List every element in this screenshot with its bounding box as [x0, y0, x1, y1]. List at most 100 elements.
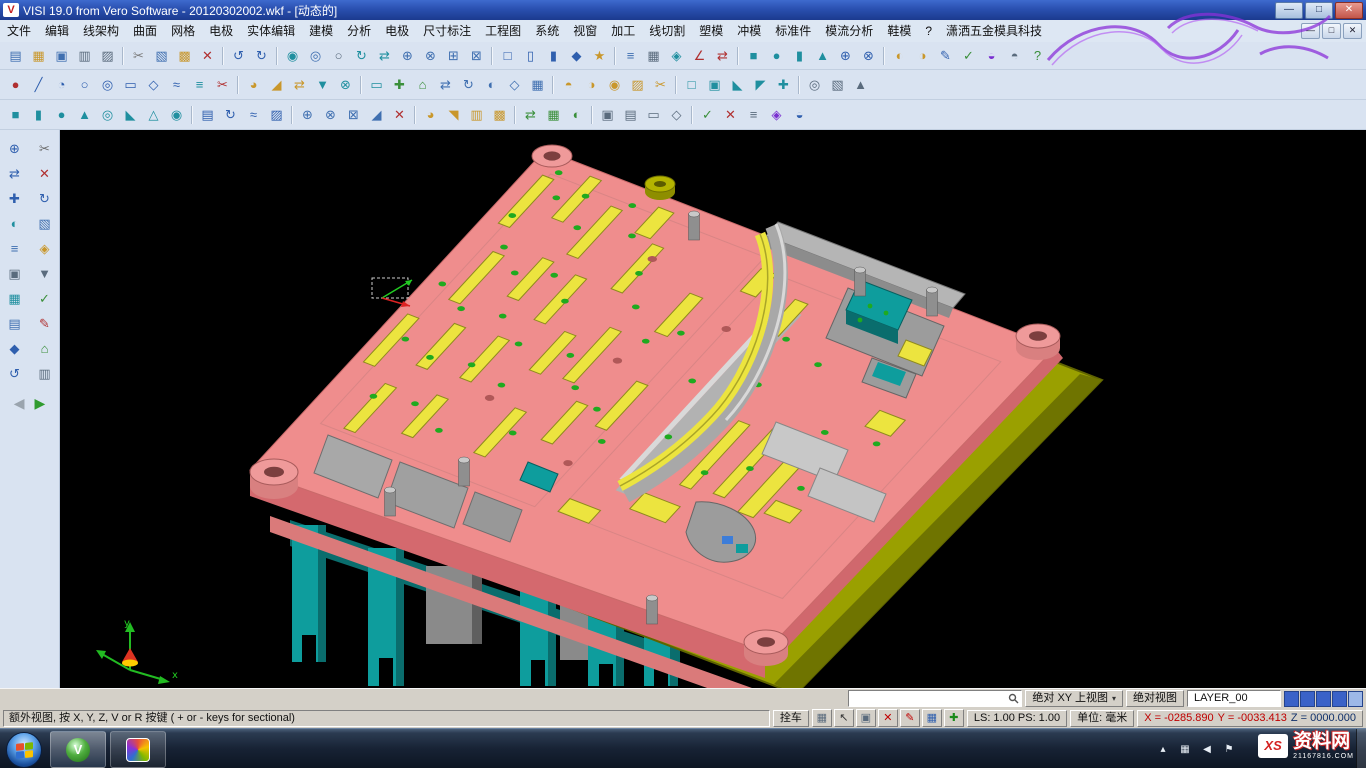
menu-item[interactable]: 曲面: [126, 21, 164, 42]
cut-icon[interactable]: ✂: [127, 45, 150, 67]
rectangle-icon[interactable]: ▭: [119, 74, 142, 96]
mask-icon[interactable]: ▣: [3, 263, 27, 285]
edit-mode-icon[interactable]: ✎: [900, 709, 920, 727]
zoom-window-icon[interactable]: ⊞: [442, 45, 465, 67]
attrs-icon[interactable]: ▤: [3, 313, 27, 335]
notes-icon[interactable]: ✎: [33, 313, 57, 335]
menu-item[interactable]: 工程图: [478, 21, 528, 42]
menu-item[interactable]: 建模: [302, 21, 340, 42]
material-icon[interactable]: ◈: [765, 104, 788, 126]
menu-item[interactable]: 加工: [604, 21, 642, 42]
menu-item[interactable]: 模流分析: [818, 21, 880, 42]
arc-icon[interactable]: ◔: [50, 74, 73, 96]
menu-item[interactable]: 潇洒五金模具科技: [939, 21, 1049, 42]
plot-preview-icon[interactable]: ▨: [96, 45, 119, 67]
close-button[interactable]: ✕: [1335, 2, 1363, 19]
iso-view-icon[interactable]: ◆: [565, 45, 588, 67]
front-view-icon[interactable]: ▯: [519, 45, 542, 67]
menu-item[interactable]: ?: [918, 21, 939, 42]
zoom-out-icon[interactable]: ⊗: [419, 45, 442, 67]
revolve-solid-icon[interactable]: ↻: [219, 104, 242, 126]
hidden-line-icon[interactable]: ○: [327, 45, 350, 67]
bool-union-icon[interactable]: ⊕: [296, 104, 319, 126]
extend-icon[interactable]: ⇄: [288, 74, 311, 96]
wcs-icon[interactable]: ⌂: [33, 338, 57, 360]
circle-icon[interactable]: ○: [73, 74, 96, 96]
wireframe-view-icon[interactable]: ◎: [304, 45, 327, 67]
snap-mode-label[interactable]: 拴车: [773, 710, 809, 727]
menu-item[interactable]: 塑模: [692, 21, 730, 42]
info-icon[interactable]: ✓: [33, 288, 57, 310]
pocket-icon[interactable]: ▧: [826, 74, 849, 96]
axis-icon[interactable]: ✚: [388, 74, 411, 96]
start-button[interactable]: [6, 732, 42, 768]
pattern-icon[interactable]: ▦: [542, 104, 565, 126]
face-draft-icon[interactable]: ◥: [442, 104, 465, 126]
command-search[interactable]: [848, 690, 1022, 707]
group-icon[interactable]: ▦: [3, 288, 27, 310]
properties-icon[interactable]: ≡: [742, 104, 765, 126]
ellipse-icon[interactable]: ◎: [96, 74, 119, 96]
title-bar[interactable]: V VISI 19.0 from Vero Software - 2012030…: [0, 0, 1366, 20]
parting-icon[interactable]: ▭: [642, 104, 665, 126]
add-mode-icon[interactable]: ✚: [944, 709, 964, 727]
grid-toggle-icon[interactable]: ▦: [922, 709, 942, 727]
blend-icon[interactable]: ◕: [419, 104, 442, 126]
absolute-view-button[interactable]: 绝对视图: [1126, 690, 1184, 707]
slice-icon[interactable]: ◢: [365, 104, 388, 126]
action-center-icon[interactable]: ⚑: [1222, 744, 1236, 755]
rotate-icon[interactable]: ↻: [33, 188, 57, 210]
history-forward-icon[interactable]: ▶: [35, 395, 46, 412]
layer-color-bar[interactable]: [1284, 691, 1363, 707]
prim-box-icon[interactable]: ■: [4, 104, 27, 126]
menu-item[interactable]: 鞋模: [880, 21, 918, 42]
stitch-icon[interactable]: ✚: [772, 74, 795, 96]
layers-icon[interactable]: ≡: [619, 45, 642, 67]
save-icon[interactable]: ▣: [50, 45, 73, 67]
mdi-minimize-button[interactable]: —: [1301, 23, 1320, 39]
3d-viewport[interactable]: x y: [60, 130, 1366, 688]
solid-box-icon[interactable]: ■: [742, 45, 765, 67]
offset-icon[interactable]: ≡: [188, 74, 211, 96]
select-cursor-icon[interactable]: ↖: [834, 709, 854, 727]
array-icon[interactable]: ▦: [526, 74, 549, 96]
prim-pyramid-icon[interactable]: △: [142, 104, 165, 126]
line-icon[interactable]: ╱: [27, 74, 50, 96]
search-input[interactable]: [851, 692, 1008, 706]
shrink-icon[interactable]: ◇: [665, 104, 688, 126]
curve-tools-icon[interactable]: ◑: [911, 45, 934, 67]
history-back-icon[interactable]: ◀: [14, 395, 25, 412]
hole-icon[interactable]: ◎: [803, 74, 826, 96]
delete-icon[interactable]: ✕: [196, 45, 219, 67]
menu-item[interactable]: 实体编辑: [240, 21, 302, 42]
menu-item[interactable]: 线切割: [642, 21, 692, 42]
snap-toggle-icon[interactable]: ▦: [812, 709, 832, 727]
print-icon[interactable]: ▥: [33, 363, 57, 385]
menu-item[interactable]: 视窗: [566, 21, 604, 42]
prim-wedge-icon[interactable]: ◣: [119, 104, 142, 126]
dimension-icon[interactable]: ⇄: [711, 45, 734, 67]
named-view-icon[interactable]: ★: [588, 45, 611, 67]
menu-item[interactable]: 系统: [528, 21, 566, 42]
mask-toggle-icon[interactable]: ▣: [856, 709, 876, 727]
boss-icon[interactable]: ▲: [849, 74, 872, 96]
trim-icon[interactable]: ✂: [211, 74, 234, 96]
open-file-icon[interactable]: ▦: [27, 45, 50, 67]
layer-icon[interactable]: ≡: [3, 238, 27, 260]
move-icon[interactable]: ⇄: [434, 74, 457, 96]
shell-icon[interactable]: □: [680, 74, 703, 96]
split-icon[interactable]: ◤: [749, 74, 772, 96]
spline-icon[interactable]: ≈: [165, 74, 188, 96]
fillet-icon[interactable]: ◕: [242, 74, 265, 96]
mdi-restore-button[interactable]: □: [1322, 23, 1341, 39]
rotate-icon[interactable]: ↻: [457, 74, 480, 96]
prim-sphere-icon[interactable]: ●: [50, 104, 73, 126]
dynamic-rotate-icon[interactable]: ↻: [350, 45, 373, 67]
sketch-icon[interactable]: ✎: [934, 45, 957, 67]
offset-face-icon[interactable]: ▥: [465, 104, 488, 126]
plane-icon[interactable]: ▭: [365, 74, 388, 96]
menu-item[interactable]: 电极: [202, 21, 240, 42]
volume-icon[interactable]: ◀: [1200, 744, 1214, 755]
show-hidden-icon[interactable]: ▴: [1156, 744, 1170, 755]
new-file-icon[interactable]: ▤: [4, 45, 27, 67]
